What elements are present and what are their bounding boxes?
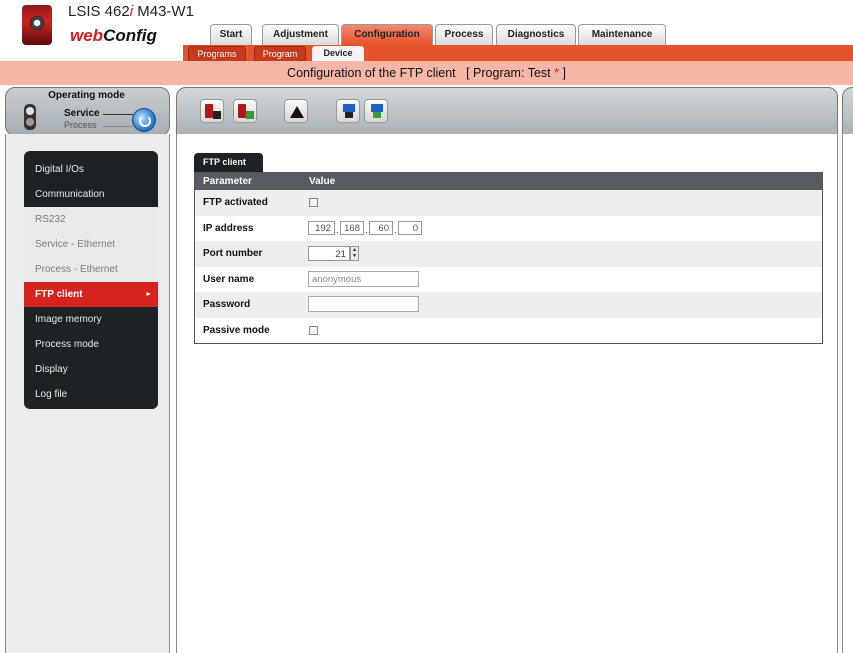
port-number-label: Port number xyxy=(203,248,263,259)
toolbar-panel xyxy=(176,87,838,136)
table-row: Port number 21 ▲ ▼ xyxy=(195,241,822,267)
mode-process-label[interactable]: Process xyxy=(64,120,97,130)
right-panel-edge xyxy=(842,87,853,136)
modified-marker: * xyxy=(554,66,559,80)
sidebar-item-process-mode[interactable]: Process mode xyxy=(24,332,158,357)
passive-mode-label: Passive mode xyxy=(203,324,270,336)
subtab-programs[interactable]: Programs xyxy=(188,46,246,62)
subtab-device[interactable]: Device xyxy=(312,46,364,61)
ip-octet-1-input[interactable]: 192 xyxy=(308,220,335,235)
brand-web: web xyxy=(70,26,104,45)
sidebar-item-ftp-client-label: FTP client xyxy=(35,289,83,300)
sidebar-item-display[interactable]: Display xyxy=(24,357,158,382)
ftp-activated-label: FTP activated xyxy=(203,197,268,208)
product-prefix: LSIS 462 xyxy=(68,3,130,20)
operating-mode-heading: Operating mode xyxy=(48,90,125,101)
mode-service-label[interactable]: Service xyxy=(64,108,100,119)
ip-address-label: IP address xyxy=(203,222,254,234)
sidebar-item-digital-ios[interactable]: Digital I/Os xyxy=(24,157,158,182)
pc-upload-button[interactable] xyxy=(336,99,360,123)
ip-octet-2-input[interactable]: 168 xyxy=(340,220,364,235)
port-number-input[interactable]: 21 xyxy=(308,246,350,261)
tab-adjustment[interactable]: Adjustment xyxy=(262,24,339,45)
ftp-activated-checkbox[interactable] xyxy=(309,198,318,207)
product-name: LSIS 462i M43-W1 xyxy=(68,3,194,20)
sidebar-item-image-memory[interactable]: Image memory xyxy=(24,307,158,332)
recycle-button[interactable] xyxy=(284,99,308,123)
mode-switch-icon[interactable] xyxy=(132,108,156,132)
program-bracket-close: ] xyxy=(562,66,566,80)
user-name-label: User name xyxy=(203,273,255,285)
port-number-stepper[interactable]: ▲ ▼ xyxy=(350,246,359,261)
tab-maintenance[interactable]: Maintenance xyxy=(578,24,666,45)
tab-configuration[interactable]: Configuration xyxy=(341,24,433,45)
logo xyxy=(22,5,52,45)
mode-line-service xyxy=(103,114,133,115)
tab-diagnostics[interactable]: Diagnostics xyxy=(496,24,576,45)
password-input[interactable] xyxy=(308,296,419,312)
ip-separator: . xyxy=(336,224,339,236)
ip-separator: . xyxy=(365,224,368,236)
subtab-program[interactable]: Program xyxy=(254,46,306,62)
sidebar-item-ftp-client[interactable]: FTP client ► xyxy=(24,282,158,307)
pc-download-button[interactable] xyxy=(364,99,388,123)
camera-lens-icon xyxy=(30,16,44,30)
sidebar-item-log-file[interactable]: Log file xyxy=(24,382,158,407)
tab-start[interactable]: Start xyxy=(210,24,252,45)
ftp-settings-table: Parameter Value FTP activated IP address… xyxy=(194,172,823,344)
product-suffix: M43-W1 xyxy=(133,3,194,20)
user-name-input[interactable]: anonymous xyxy=(308,270,419,287)
right-panel-edge-body xyxy=(842,134,853,653)
column-header-parameter: Parameter xyxy=(203,176,252,187)
program-name: [ Program: Test xyxy=(466,66,551,80)
chevron-right-icon: ► xyxy=(145,291,152,298)
sidebar-item-service-ethernet[interactable]: Service - Ethernet xyxy=(24,232,158,257)
sidebar-item-rs232[interactable]: RS232 xyxy=(24,207,158,232)
ftp-client-tab[interactable]: FTP client xyxy=(194,153,263,172)
table-row: Passive mode xyxy=(195,317,822,343)
brand-config: Config xyxy=(103,26,157,45)
sidebar-item-process-ethernet[interactable]: Process - Ethernet xyxy=(24,257,158,282)
page-title: Configuration of the FTP client [ Progra… xyxy=(0,66,853,80)
passive-mode-checkbox[interactable] xyxy=(309,325,318,335)
device-upload-button[interactable] xyxy=(200,99,224,123)
ip-octet-3-input[interactable]: 60 xyxy=(369,220,393,235)
column-header-value: Value xyxy=(309,176,336,187)
brand-logo: webConfig xyxy=(70,26,157,46)
table-row: Password xyxy=(195,292,822,318)
ip-octet-4-input[interactable]: 0 xyxy=(398,220,422,235)
ip-separator: . xyxy=(394,224,397,236)
stepper-down-icon[interactable]: ▼ xyxy=(352,253,357,259)
sidebar-item-communication[interactable]: Communication xyxy=(24,182,158,207)
mode-line-process xyxy=(103,126,133,127)
status-light-icon xyxy=(24,104,36,130)
table-header: Parameter Value xyxy=(195,173,822,190)
sidebar-nav: Digital I/Os Communication RS232 Service… xyxy=(24,151,158,409)
table-row: User name anonymous xyxy=(195,266,822,292)
page-title-text: Configuration of the FTP client xyxy=(287,66,456,80)
table-row: IP address 192 . 168 . 60 . 0 xyxy=(195,215,822,241)
tab-process[interactable]: Process xyxy=(435,24,493,45)
password-label: Password xyxy=(203,299,251,310)
device-download-button[interactable] xyxy=(233,99,257,123)
table-row: FTP activated xyxy=(195,190,822,216)
